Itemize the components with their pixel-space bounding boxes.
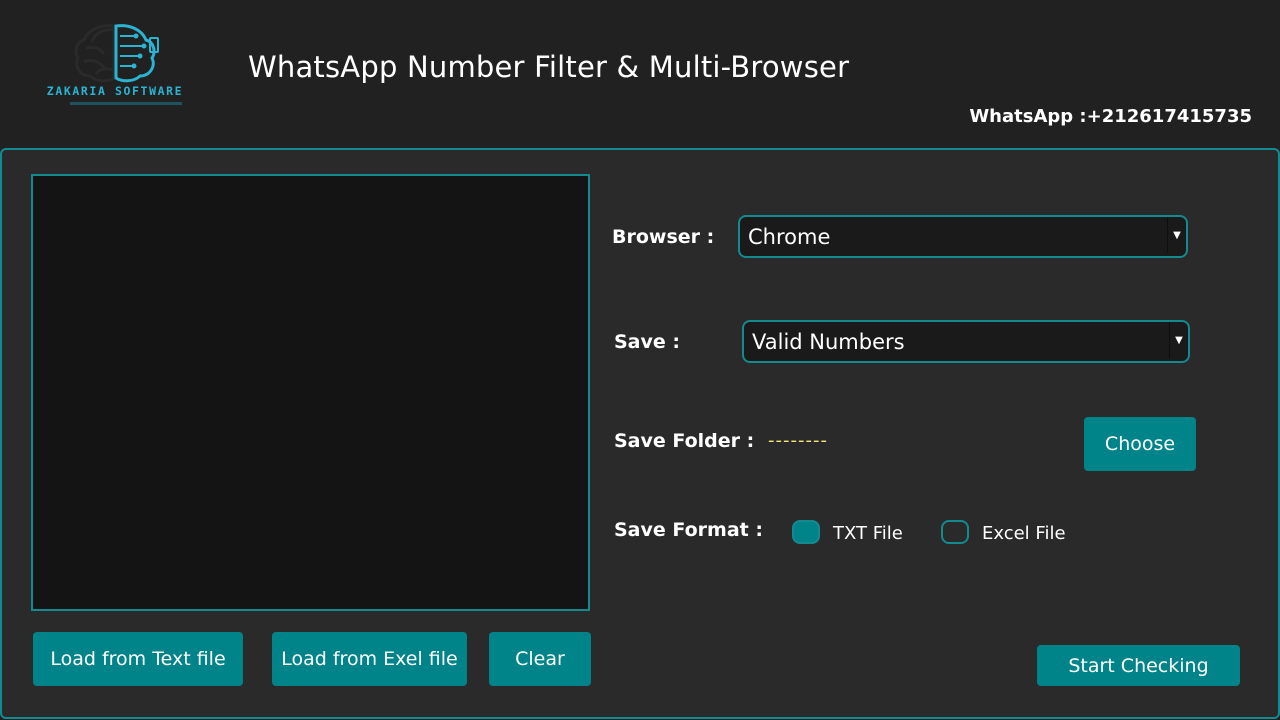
browser-selected-value: Chrome <box>748 224 831 249</box>
app-header: ZAKARIA SOFTWARE WhatsApp Number Filter … <box>0 0 1280 148</box>
load-from-text-button[interactable]: Load from Text file <box>33 632 243 686</box>
save-label: Save : <box>614 331 680 353</box>
start-checking-button[interactable]: Start Checking <box>1037 645 1240 686</box>
chevron-down-icon[interactable]: ▼ <box>1167 217 1186 253</box>
clear-button[interactable]: Clear <box>489 632 591 686</box>
chevron-down-icon[interactable]: ▼ <box>1169 322 1188 358</box>
logo-tagline <box>70 102 182 105</box>
excel-file-label[interactable]: Excel File <box>982 523 1066 544</box>
load-from-excel-button[interactable]: Load from Exel file <box>272 632 467 686</box>
numbers-input-area[interactable] <box>31 174 590 611</box>
save-folder-path: -------- <box>768 430 828 451</box>
excel-file-radio[interactable] <box>941 520 969 544</box>
save-selected-value: Valid Numbers <box>752 329 905 354</box>
app-title: WhatsApp Number Filter & Multi-Browser <box>248 50 850 84</box>
save-select[interactable]: Valid Numbers ▼ <box>742 320 1190 363</box>
brain-circuit-icon <box>74 24 159 83</box>
browser-label: Browser : <box>612 226 715 248</box>
txt-file-radio[interactable] <box>792 520 820 544</box>
save-folder-label: Save Folder : <box>614 430 755 452</box>
txt-file-label[interactable]: TXT File <box>833 523 903 544</box>
logo-text: ZAKARIA SOFTWARE <box>46 84 184 98</box>
save-format-label: Save Format : <box>614 519 763 541</box>
whatsapp-contact: WhatsApp :+212617415735 <box>969 106 1252 127</box>
zakaria-software-logo: ZAKARIA SOFTWARE <box>30 22 200 112</box>
choose-folder-button[interactable]: Choose <box>1084 417 1196 471</box>
browser-select[interactable]: Chrome ▼ <box>738 215 1188 258</box>
